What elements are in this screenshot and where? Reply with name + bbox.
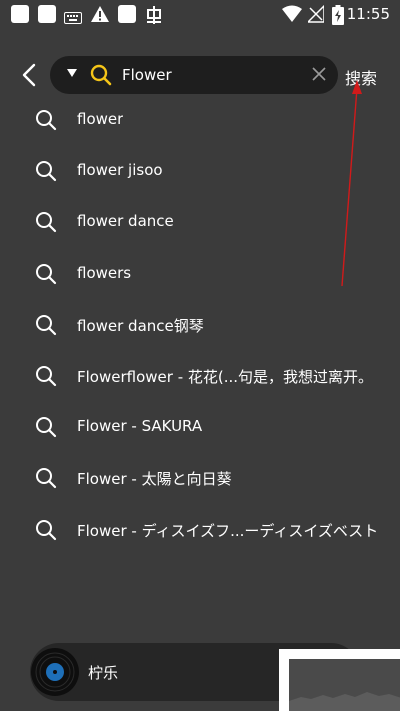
back-button[interactable] — [14, 60, 44, 90]
search-button[interactable]: 搜索 — [345, 65, 377, 89]
keyboard-icon — [64, 9, 82, 28]
search-icon — [36, 110, 57, 131]
suggestion-item[interactable]: flower dance钢琴 — [0, 300, 400, 351]
search-icon — [36, 314, 57, 335]
search-icon — [36, 263, 57, 284]
floating-thumbnail[interactable] — [279, 649, 400, 711]
wifi-icon — [282, 5, 302, 27]
caret-down-icon[interactable] — [66, 67, 78, 79]
suggestion-item[interactable]: flower dance — [0, 197, 400, 248]
suggestion-item[interactable]: flowers — [0, 249, 400, 300]
suggestion-label: flowers — [77, 263, 132, 282]
status-bar: 11:55 — [0, 0, 400, 30]
vinyl-disc-icon[interactable] — [30, 647, 80, 697]
suggestion-label: flower jisoo — [77, 161, 163, 180]
battery-charging-icon — [332, 5, 344, 29]
suggestion-label: flower dance — [77, 212, 174, 231]
suggestion-item[interactable]: Flower - SAKURA — [0, 402, 400, 453]
suggestion-label: Flower - 太陽と向日葵 — [77, 470, 232, 489]
search-header: 搜索 — [0, 52, 400, 98]
search-input[interactable] — [122, 62, 302, 88]
search-icon — [36, 519, 57, 540]
suggestion-label: Flowerflower - 花花(...句是，我想过离开。 — [77, 367, 374, 386]
suggestion-item[interactable]: flower — [0, 95, 400, 146]
search-icon — [36, 212, 57, 233]
track-title: 柠乐 — [88, 664, 119, 682]
search-icon — [36, 161, 57, 182]
landscape-icon — [289, 659, 400, 711]
search-bar[interactable] — [50, 56, 338, 94]
search-icon — [36, 365, 57, 387]
clear-icon[interactable] — [312, 67, 326, 81]
suggestion-item[interactable]: Flowerflower - 花花(...句是，我想过离开。 — [0, 351, 400, 402]
warning-icon — [90, 5, 110, 27]
notification-app-icon — [38, 5, 56, 23]
notification-app-icon — [118, 5, 136, 23]
search-icon — [36, 417, 57, 438]
search-icon — [90, 64, 112, 86]
no-signal-icon — [306, 4, 325, 27]
clock: 11:55 — [346, 5, 390, 23]
suggestion-list: flower flower jisoo flower dance flowers… — [0, 95, 400, 556]
suggestion-item[interactable]: flower jisoo — [0, 146, 400, 197]
suggestion-item[interactable]: Flower - 太陽と向日葵 — [0, 453, 400, 504]
search-icon — [36, 468, 57, 489]
notification-app-icon — [11, 5, 29, 23]
bug-icon — [145, 5, 163, 29]
thumbnail-image — [289, 659, 400, 711]
chevron-left-icon — [22, 63, 36, 87]
suggestion-item[interactable]: Flower - ディスイズフ...ーディスイズベスト — [0, 505, 400, 556]
suggestion-label: Flower - ディスイズフ...ーディスイズベスト — [77, 521, 379, 540]
suggestion-label: flower — [77, 110, 124, 128]
suggestion-label: flower dance钢琴 — [77, 316, 204, 335]
suggestion-label: Flower - SAKURA — [77, 417, 203, 436]
